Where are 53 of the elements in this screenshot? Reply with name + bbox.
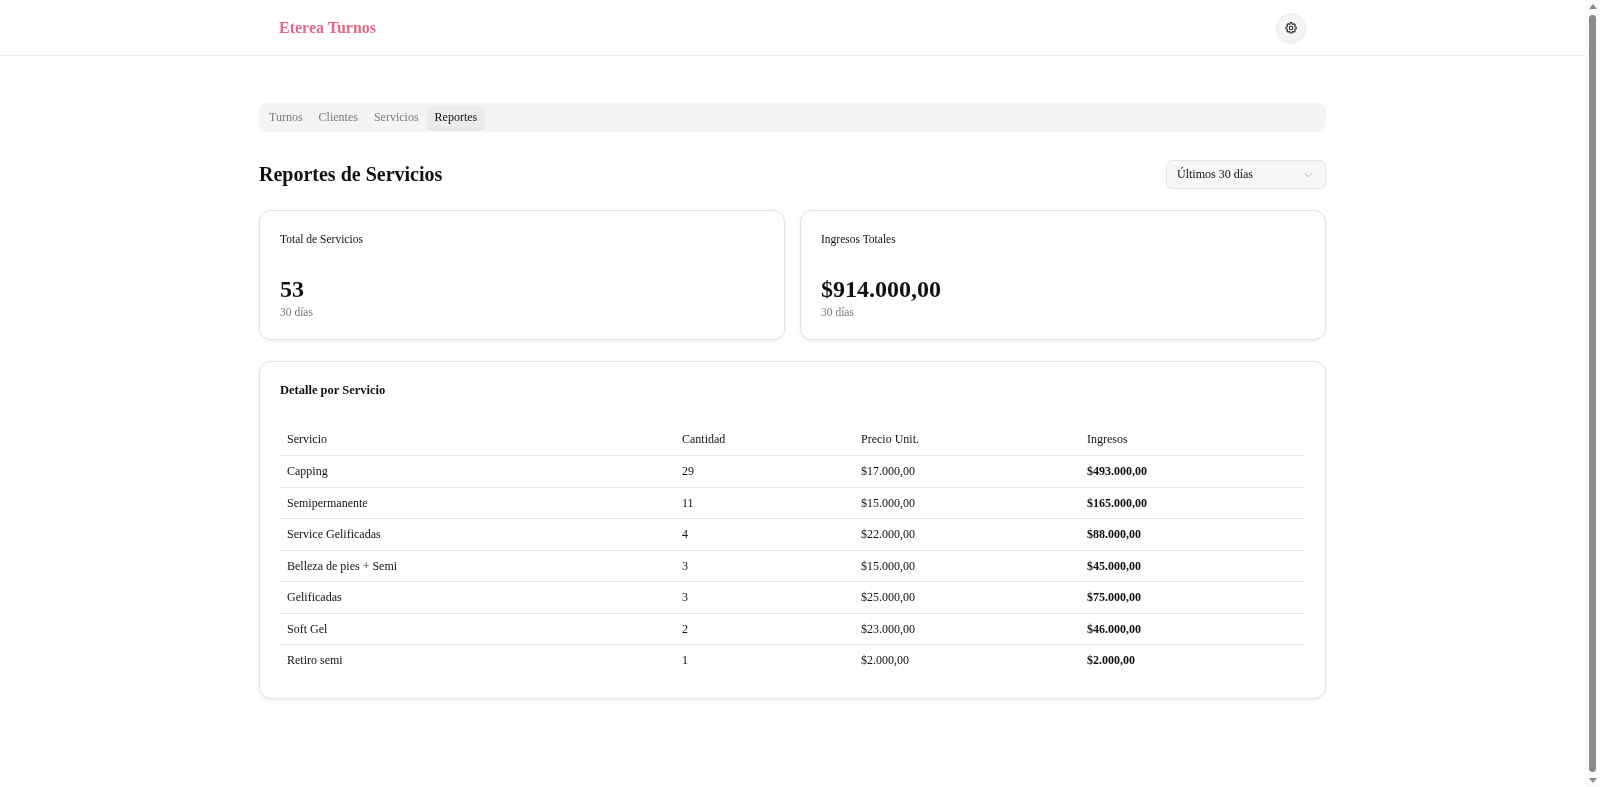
table-cell: Semipermanente — [280, 487, 675, 519]
chevron-down-icon — [1304, 171, 1313, 178]
card-title: Detalle por Servicio — [280, 382, 387, 398]
app-logo[interactable]: Eterea Turnos — [279, 18, 377, 37]
table-cell: Retiro semi — [280, 644, 675, 676]
table-cell: 29 — [675, 455, 854, 487]
table-cell: $493.000,00 — [1080, 455, 1305, 487]
tab[interactable]: Servicios — [366, 106, 426, 129]
scroll-up-icon[interactable] — [1588, 4, 1597, 9]
table-cell: Soft Gel — [280, 613, 675, 645]
table-cell: $17.000,00 — [854, 455, 1080, 487]
table-cell: Gelificadas — [280, 581, 675, 613]
column-header: Servicio — [280, 426, 675, 456]
tab[interactable]: Turnos — [262, 106, 310, 129]
table-cell: Service Gelificadas — [280, 518, 675, 550]
period-select[interactable]: Últimos 30 días — [1166, 160, 1326, 189]
table-cell: Belleza de pies + Semi — [280, 550, 675, 582]
settings-icon — [1284, 20, 1298, 35]
stat-value: 53 — [280, 275, 305, 304]
table-cell: $88.000,00 — [1080, 518, 1305, 550]
tab[interactable]: Reportes — [427, 106, 485, 129]
tab[interactable]: Clientes — [311, 106, 365, 129]
table-cell: $165.000,00 — [1080, 487, 1305, 519]
page-title: Reportes de Servicios — [259, 162, 443, 188]
table-cell: $46.000,00 — [1080, 613, 1305, 645]
table-cell: $2.000,00 — [854, 644, 1080, 676]
scroll-down-icon[interactable] — [1588, 778, 1597, 783]
scrollbar-thumb[interactable] — [1589, 15, 1596, 772]
table-cell: $45.000,00 — [1080, 550, 1305, 582]
column-header: Precio Unit. — [854, 426, 1080, 456]
table-cell: $23.000,00 — [854, 613, 1080, 645]
settings-button[interactable] — [1276, 12, 1306, 43]
table-cell: $22.000,00 — [854, 518, 1080, 550]
table-cell: $25.000,00 — [854, 581, 1080, 613]
table-cell: 3 — [675, 550, 854, 582]
table-cell: 3 — [675, 581, 854, 613]
stat-label: Total de Servicios — [280, 232, 364, 247]
stat-caption: 30 días — [280, 305, 314, 319]
table-cell: 4 — [675, 518, 854, 550]
scrollbar-track[interactable] — [1585, 0, 1600, 787]
column-header: Cantidad — [675, 426, 854, 456]
table-cell: $15.000,00 — [854, 487, 1080, 519]
table-cell: 2 — [675, 613, 854, 645]
stat-value: $914.000,00 — [821, 275, 942, 304]
table-cell: 11 — [675, 487, 854, 519]
table-cell: $15.000,00 — [854, 550, 1080, 582]
table-cell: Capping — [280, 455, 675, 487]
table-cell: 1 — [675, 644, 854, 676]
stat-caption: 30 días — [821, 305, 855, 319]
column-header: Ingresos — [1080, 426, 1305, 456]
table-cell: $2.000,00 — [1080, 644, 1305, 676]
table-cell: $75.000,00 — [1080, 581, 1305, 613]
stat-label: Ingresos Totales — [821, 232, 897, 247]
